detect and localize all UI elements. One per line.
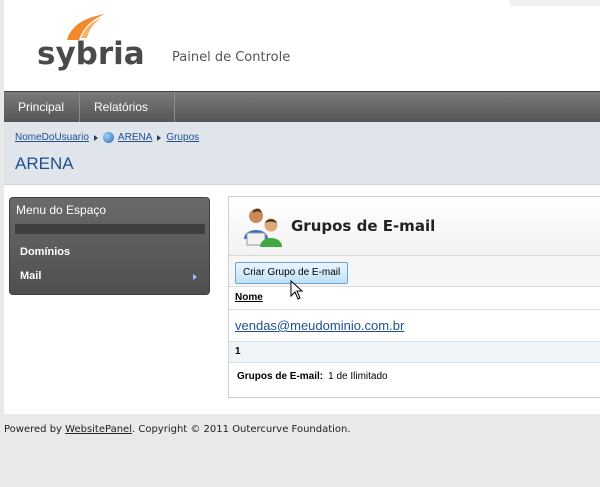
header-divider: [229, 309, 600, 310]
column-header-nome[interactable]: Nome: [235, 292, 263, 303]
space-menu-band: [15, 224, 205, 234]
content-title: Grupos de E-mail: [291, 217, 436, 235]
panel-title: Painel de Controle: [172, 50, 291, 65]
mouse-pointer-icon: [290, 280, 304, 300]
nav-relatorios-label: Relatórios: [94, 100, 149, 114]
main-nav: Principal Relatórios: [4, 91, 600, 141]
submenu-arrow-icon: [193, 274, 197, 280]
pager: 1: [229, 341, 600, 363]
quota-label: Grupos de E-mail:: [237, 371, 324, 382]
menu-item-mail[interactable]: Mail: [20, 270, 41, 282]
footer: Powered by WebsitePanel. Copyright © 201…: [4, 424, 351, 435]
space-title: ARENA: [15, 154, 74, 173]
quota-value: 1 de Ilimitado: [328, 371, 388, 382]
nav-relatorios[interactable]: Relatórios: [80, 92, 175, 141]
breadcrumb-user[interactable]: NomeDoUsuario: [15, 132, 89, 143]
menu-item-dominios[interactable]: Domínios: [20, 246, 70, 258]
logo[interactable]: sybria: [37, 12, 145, 74]
top-strip: [510, 0, 600, 6]
nav-principal[interactable]: Principal: [4, 92, 80, 122]
content-panel: Grupos de E-mail Criar Grupo de E-mail N…: [228, 196, 600, 398]
breadcrumb-space[interactable]: ARENA: [118, 132, 152, 143]
globe-icon: [102, 132, 114, 143]
breadcrumb-arrow-icon: [93, 134, 98, 141]
footer-prefix: Powered by: [4, 424, 66, 435]
space-menu-title: Menu do Espaço: [16, 203, 107, 217]
page: sybria Painel de Controle Principal Rela…: [4, 0, 600, 414]
table-row-link[interactable]: vendas@meudominio.com.br: [235, 318, 404, 333]
nav-principal-label: Principal: [18, 100, 65, 114]
logo-text: sybria: [37, 36, 145, 72]
quota: Grupos de E-mail: 1 de Ilimitado: [237, 371, 388, 382]
user-group-icon: [244, 208, 282, 247]
content-toolbar: Criar Grupo de E-mail: [229, 256, 600, 287]
space-menu: Menu do Espaço Domínios Mail: [9, 197, 210, 295]
breadcrumb-bar: NomeDoUsuario ARENA Grupos ARENA: [4, 122, 600, 185]
breadcrumb-section[interactable]: Grupos: [166, 132, 199, 143]
footer-link[interactable]: WebsitePanel: [65, 424, 132, 435]
content-header: Grupos de E-mail: [229, 197, 600, 256]
footer-suffix: . Copyright © 2011 Outercurve Foundation…: [131, 424, 351, 435]
page-number: 1: [235, 346, 241, 357]
breadcrumb-arrow-icon: [157, 134, 162, 141]
breadcrumb: NomeDoUsuario ARENA Grupos: [15, 132, 199, 143]
